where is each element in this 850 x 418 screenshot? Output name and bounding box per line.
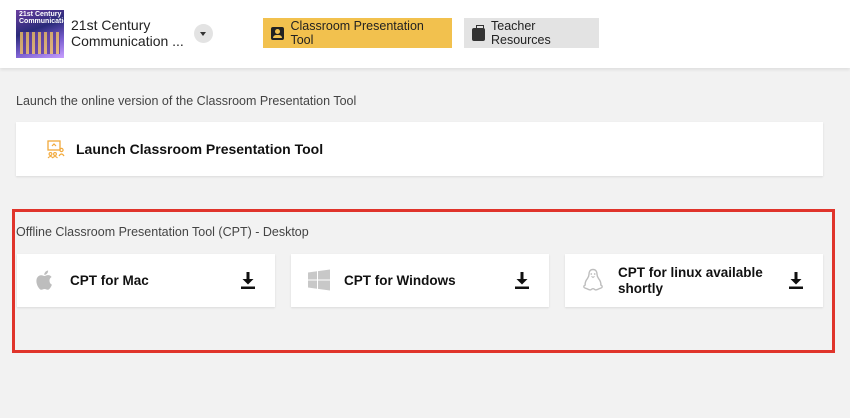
download-cpt-linux-card[interactable]: CPT for linux available shortly (565, 254, 823, 307)
offline-section-label: Offline Classroom Presentation Tool (CPT… (16, 225, 309, 239)
download-cpt-linux-label: CPT for linux available shortly (618, 264, 763, 296)
download-icon[interactable] (241, 272, 255, 289)
launch-cpt-button[interactable]: Launch Classroom Presentation Tool (16, 122, 823, 176)
briefcase-icon (472, 24, 485, 41)
book-title: 21st Century Communication ... (71, 17, 191, 49)
presentation-board-icon (47, 140, 65, 159)
book-title-line1: 21st Century (71, 17, 151, 33)
apple-icon (36, 270, 52, 290)
top-header: 21st Century Communication 21st Century … (0, 0, 850, 68)
download-cpt-mac-card[interactable]: CPT for Mac (17, 254, 275, 307)
windows-icon (308, 269, 330, 291)
download-cpt-mac-label: CPT for Mac (70, 272, 149, 288)
cover-art (20, 32, 60, 54)
download-cpt-windows-card[interactable]: CPT for Windows (291, 254, 549, 307)
linux-penguin-icon (583, 268, 603, 291)
nav-classroom-presentation-tool[interactable]: Classroom Presentation Tool (263, 18, 452, 48)
book-title-line2: Communication ... (71, 33, 184, 49)
download-icon[interactable] (789, 272, 803, 289)
book-cover-image[interactable]: 21st Century Communication (16, 10, 64, 58)
nav-teacher-resources[interactable]: Teacher Resources (464, 18, 599, 48)
launch-cpt-label: Launch Classroom Presentation Tool (76, 141, 324, 157)
book-dropdown-button[interactable] (194, 24, 213, 43)
download-cpt-windows-label: CPT for Windows (344, 272, 456, 288)
presenter-icon (271, 26, 285, 40)
nav-classroom-presentation-tool-label: Classroom Presentation Tool (290, 19, 424, 47)
book-cover-text: 21st Century Communication (19, 11, 64, 25)
download-icon[interactable] (515, 272, 529, 289)
online-section-label: Launch the online version of the Classro… (16, 94, 357, 108)
nav-teacher-resources-label: Teacher Resources (491, 19, 551, 47)
